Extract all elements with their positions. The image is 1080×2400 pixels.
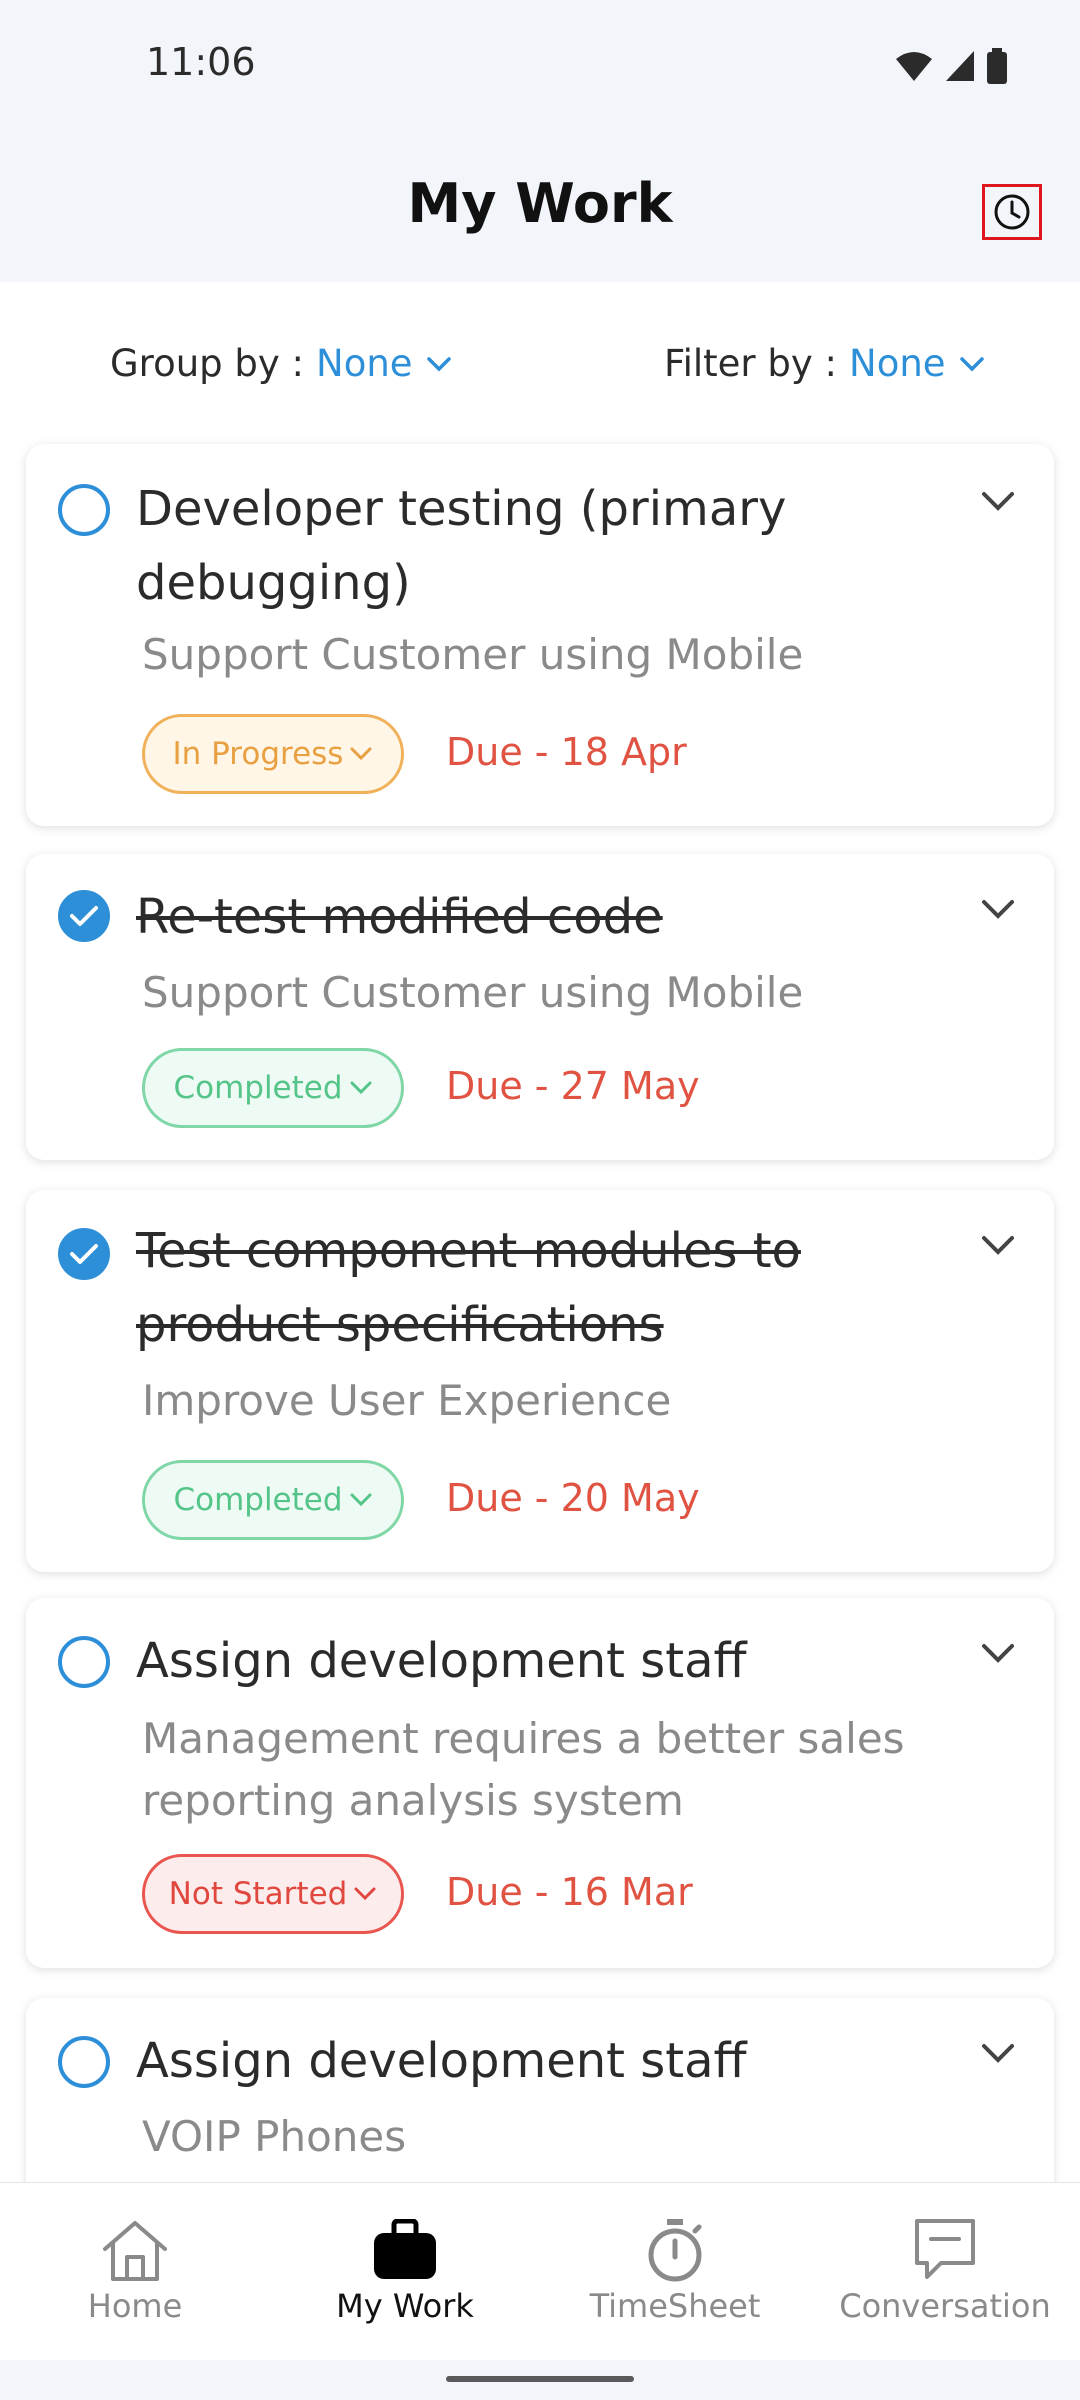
nav-label: TimeSheet	[589, 2287, 761, 2325]
chevron-down-icon	[350, 747, 372, 761]
stopwatch-icon	[648, 2219, 702, 2282]
wifi-icon	[896, 52, 932, 81]
task-checkbox[interactable]	[58, 484, 110, 536]
status-label: In Progress	[172, 736, 344, 772]
nav-label: Conversation	[839, 2287, 1051, 2325]
task-project: Support Customer using Mobile	[142, 968, 804, 1017]
history-button[interactable]	[982, 184, 1042, 240]
due-date: Due - 27 May	[446, 1064, 700, 1108]
status-icons	[894, 48, 1008, 84]
nav-label: My Work	[336, 2287, 474, 2325]
status-dropdown[interactable]: In Progress	[142, 714, 404, 794]
filter-by-value: None	[849, 342, 946, 385]
status-label: Not Started	[168, 1876, 348, 1912]
task-title: Assign development staff	[136, 2033, 747, 2089]
chevron-down-icon[interactable]	[976, 1632, 1020, 1676]
due-date: Due - 18 Apr	[446, 730, 687, 774]
task-list-area: Group by : None Filter by : None Develop…	[0, 282, 1080, 2182]
chevron-down-icon[interactable]	[976, 2032, 1020, 2076]
task-card[interactable]: Re-test modified code Support Customer u…	[26, 854, 1054, 1160]
status-bar: 11:06	[0, 0, 1080, 130]
task-card[interactable]: Developer testing (primary debugging) Su…	[26, 444, 1054, 826]
briefcase-icon	[374, 2219, 436, 2279]
status-label: Completed	[173, 1070, 343, 1106]
filter-by-dropdown[interactable]: Filter by : None	[664, 342, 986, 385]
chevron-down-icon	[350, 1081, 372, 1095]
page-title: My Work	[407, 172, 673, 235]
clock-icon	[994, 194, 1030, 230]
nav-home[interactable]: Home	[0, 2183, 270, 2361]
chevron-down-icon	[426, 356, 451, 371]
task-project: Support Customer using Mobile	[142, 630, 804, 679]
battery-icon	[987, 48, 1007, 84]
chevron-down-icon[interactable]	[976, 480, 1020, 524]
nav-timesheet[interactable]: TimeSheet	[540, 2183, 810, 2361]
nav-my-work[interactable]: My Work	[270, 2183, 540, 2361]
task-title: Developer testing (primary debugging)	[136, 481, 787, 611]
task-checkbox[interactable]	[58, 2036, 110, 2088]
task-checkbox-checked[interactable]	[58, 890, 110, 942]
nav-label: Home	[87, 2287, 183, 2325]
group-by-label: Group by :	[110, 342, 305, 385]
chevron-down-icon[interactable]	[976, 888, 1020, 932]
task-card[interactable]: Assign development staff Management requ…	[26, 1598, 1054, 1968]
bottom-nav: Home My Work TimeSheet Conversation	[0, 2182, 1080, 2360]
checkmark-icon	[70, 906, 98, 926]
task-project: Management requires a better sales repor…	[142, 1714, 905, 1825]
chat-icon	[915, 2219, 975, 2279]
nav-conversation[interactable]: Conversation	[810, 2183, 1080, 2361]
task-project: Improve User Experience	[142, 1376, 672, 1425]
gesture-area	[0, 2360, 1080, 2400]
task-card[interactable]: Test component modules to product specif…	[26, 1190, 1054, 1572]
status-dropdown[interactable]: Completed	[142, 1048, 404, 1128]
app-header: My Work	[0, 130, 1080, 282]
group-by-dropdown[interactable]: Group by : None	[110, 342, 453, 385]
filter-by-label: Filter by :	[664, 342, 838, 385]
task-checkbox-checked[interactable]	[58, 1228, 110, 1280]
task-title: Test component modules to product specif…	[136, 1223, 801, 1353]
chevron-down-icon[interactable]	[976, 1224, 1020, 1268]
checkmark-icon	[70, 1244, 98, 1264]
due-date: Due - 20 May	[446, 1476, 700, 1520]
task-card[interactable]: Assign development staff VOIP Phones	[26, 1998, 1054, 2182]
task-project: VOIP Phones	[142, 2112, 407, 2161]
due-date: Due - 16 Mar	[446, 1870, 693, 1914]
status-time: 11:06	[146, 40, 256, 84]
home-indicator[interactable]	[446, 2376, 634, 2382]
filter-row: Group by : None Filter by : None	[0, 342, 1080, 402]
signal-icon	[946, 51, 974, 81]
group-by-value: None	[316, 342, 413, 385]
status-dropdown[interactable]: Completed	[142, 1460, 404, 1540]
chevron-down-icon	[354, 1887, 376, 1901]
task-checkbox[interactable]	[58, 1636, 110, 1688]
status-label: Completed	[173, 1482, 343, 1518]
status-dropdown[interactable]: Not Started	[142, 1854, 404, 1934]
task-title: Re-test modified code	[136, 889, 663, 945]
task-title: Assign development staff	[136, 1633, 747, 1689]
home-icon	[103, 2221, 167, 2281]
chevron-down-icon	[350, 1493, 372, 1507]
chevron-down-icon	[959, 356, 984, 371]
